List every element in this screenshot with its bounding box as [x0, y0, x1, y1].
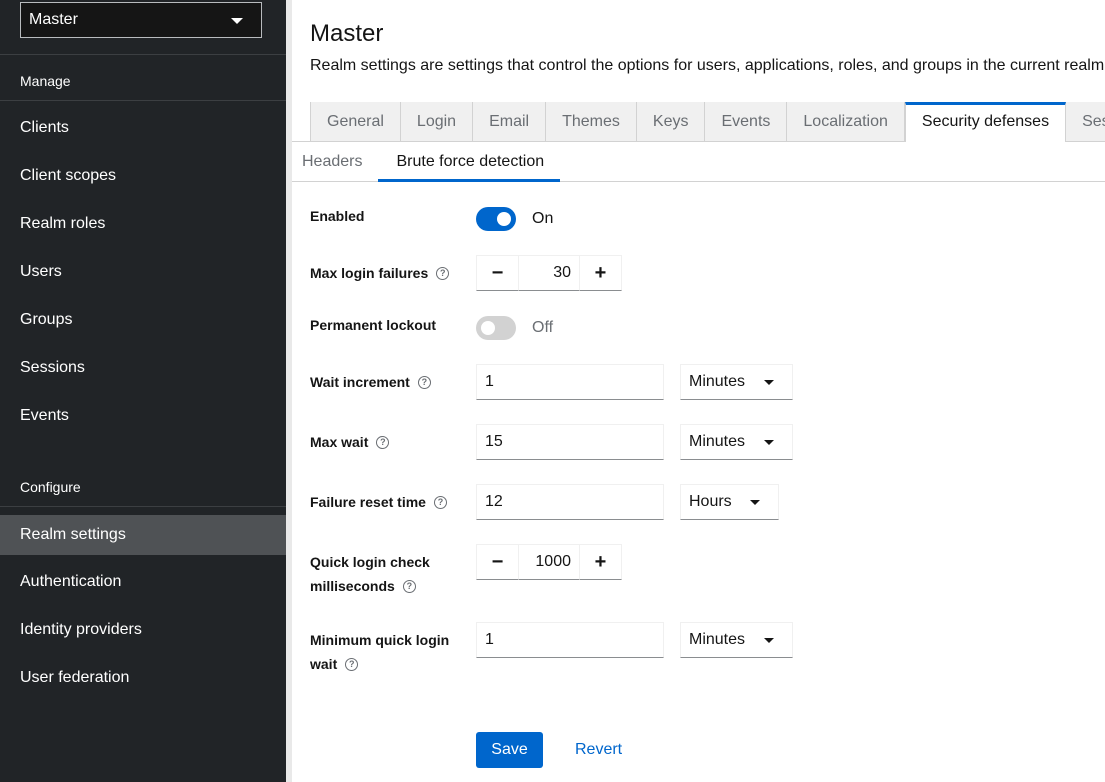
min-quick-login-wait-text: Minimum quick login [310, 632, 450, 648]
sidebar-item-events[interactable]: Events [0, 396, 286, 436]
quick-login-check-input[interactable]: 1000 [519, 544, 579, 580]
tab-keys[interactable]: Keys [636, 102, 706, 142]
max-login-failures-stepper: − 30 + [476, 255, 622, 291]
failure-reset-time-input[interactable]: 12 [476, 484, 664, 520]
max-wait-text: Max wait [310, 434, 369, 450]
sidebar-item-sessions[interactable]: Sessions [0, 348, 286, 388]
sidebar-item-authentication[interactable]: Authentication [0, 562, 286, 602]
tab-events[interactable]: Events [705, 102, 788, 142]
min-quick-login-wait-label: Minimum quick login wait? [310, 628, 449, 676]
max-wait-unit-select[interactable]: Minutes [680, 424, 793, 460]
help-icon[interactable]: ? [417, 375, 431, 389]
page-title: Master [310, 20, 384, 47]
wait-increment-text: Wait increment [310, 374, 410, 390]
toggle-knob [497, 212, 511, 226]
sidebar-item-users[interactable]: Users [0, 252, 286, 292]
max-login-failures-input[interactable]: 30 [519, 255, 579, 291]
permanent-lockout-toggle[interactable] [476, 316, 516, 340]
quick-login-check-text: Quick login check [310, 554, 430, 570]
sidebar-item-groups[interactable]: Groups [0, 300, 286, 340]
tab-localization[interactable]: Localization [787, 102, 905, 142]
tab-security-defenses[interactable]: Security defenses [904, 102, 1067, 142]
increment-button[interactable]: + [579, 544, 622, 580]
failure-reset-time-label: Failure reset time? [310, 490, 447, 514]
tab-themes[interactable]: Themes [546, 102, 637, 142]
wait-increment-label: Wait increment? [310, 370, 431, 394]
caret-down-icon [764, 638, 774, 643]
section-title-configure: Configure [20, 479, 81, 495]
enabled-label: Enabled [310, 208, 365, 224]
sidebar-item-realm-roles[interactable]: Realm roles [0, 204, 286, 244]
help-icon[interactable]: ? [433, 495, 447, 509]
sidebar-item-client-scopes[interactable]: Client scopes [0, 156, 286, 196]
failure-reset-time-text: Failure reset time [310, 494, 426, 510]
quick-login-check-text-2: milliseconds [310, 578, 395, 594]
caret-down-icon [750, 500, 760, 505]
enabled-toggle[interactable] [476, 207, 516, 231]
max-wait-label: Max wait? [310, 430, 390, 454]
caret-down-icon [231, 18, 243, 24]
sidebar-item-realm-settings[interactable]: Realm settings [0, 515, 286, 555]
select-value: Minutes [689, 433, 746, 450]
divider [0, 100, 286, 101]
enabled-state: On [532, 210, 554, 227]
help-icon[interactable]: ? [436, 266, 450, 280]
security-defenses-subtabs: Headers Brute force detection [292, 142, 560, 182]
decrement-button[interactable]: − [476, 255, 519, 291]
save-button[interactable]: Save [476, 732, 543, 768]
realm-settings-tabs: General Login Email Themes Keys Events L… [310, 102, 1105, 142]
increment-button[interactable]: + [579, 255, 622, 291]
sidebar-item-user-federation[interactable]: User federation [0, 658, 286, 698]
wait-increment-unit-select[interactable]: Minutes [680, 364, 793, 400]
select-value: Hours [689, 493, 732, 510]
max-login-failures-label: Max login failures? [310, 261, 450, 285]
min-quick-login-wait-input[interactable]: 1 [476, 622, 664, 658]
wait-increment-input[interactable]: 1 [476, 364, 664, 400]
sidebar-item-identity-providers[interactable]: Identity providers [0, 610, 286, 650]
failure-reset-time-unit-select[interactable]: Hours [680, 484, 779, 520]
min-quick-login-wait-unit-select[interactable]: Minutes [680, 622, 793, 658]
max-login-failures-text: Max login failures [310, 265, 429, 281]
page-description: Realm settings are settings that control… [310, 57, 1105, 74]
tab-email[interactable]: Email [473, 102, 547, 142]
divider [0, 506, 286, 507]
caret-down-icon [764, 380, 774, 385]
subtab-headers[interactable]: Headers [292, 142, 378, 182]
realm-selector[interactable]: Master [20, 2, 262, 38]
caret-down-icon [764, 440, 774, 445]
permanent-lockout-label: Permanent lockout [310, 317, 437, 333]
tab-sessions[interactable]: Sess [1066, 102, 1105, 142]
quick-login-check-stepper: − 1000 + [476, 544, 622, 580]
toggle-knob [481, 321, 495, 335]
tab-general[interactable]: General [310, 102, 401, 142]
subtab-brute-force-detection[interactable]: Brute force detection [378, 142, 560, 182]
main-content: Master Realm settings are settings that … [292, 0, 1105, 782]
help-icon[interactable]: ? [402, 579, 416, 593]
permanent-lockout-state: Off [532, 319, 554, 336]
select-value: Minutes [689, 631, 746, 648]
help-icon[interactable]: ? [376, 435, 390, 449]
sidebar-item-clients[interactable]: Clients [0, 108, 286, 148]
realm-selector-label: Master [29, 11, 78, 28]
help-icon[interactable]: ? [345, 657, 359, 671]
sidebar: Master Manage Clients Client scopes Real… [0, 0, 286, 782]
max-wait-input[interactable]: 15 [476, 424, 664, 460]
tab-login[interactable]: Login [400, 102, 474, 142]
quick-login-check-label: Quick login check milliseconds? [310, 550, 430, 598]
section-title-manage: Manage [20, 73, 71, 89]
revert-button[interactable]: Revert [575, 732, 622, 768]
decrement-button[interactable]: − [476, 544, 519, 580]
divider [0, 54, 286, 55]
min-quick-login-wait-text-2: wait [310, 656, 338, 672]
select-value: Minutes [689, 373, 746, 390]
